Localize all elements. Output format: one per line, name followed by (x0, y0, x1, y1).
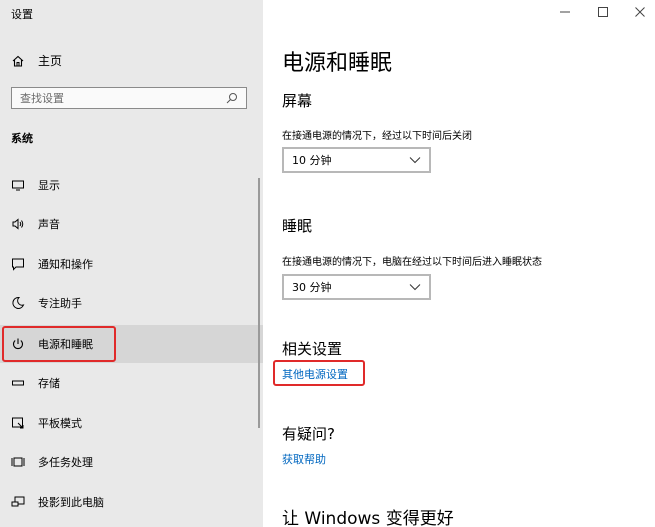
section-label-system: 系统 (11, 132, 33, 145)
project-icon (11, 495, 25, 509)
monitor-icon (11, 178, 25, 192)
highlight-box-power-sleep (2, 326, 116, 362)
sidebar-item-label: 专注助手 (38, 297, 82, 310)
chevron-down-icon (409, 283, 421, 291)
improve-windows-heading: 让 Windows 变得更好 (282, 509, 454, 527)
sidebar-item-display[interactable]: 显示 (0, 166, 263, 204)
close-button[interactable] (630, 4, 650, 20)
sidebar-item-label: 多任务处理 (38, 456, 93, 469)
sidebar-item-project[interactable]: 投影到此电脑 (0, 483, 263, 521)
tablet-icon (11, 416, 25, 430)
screen-heading: 屏幕 (282, 92, 313, 110)
search-input[interactable]: 查找设置 (11, 87, 247, 109)
highlight-box-power-link (273, 360, 365, 386)
sidebar-item-multitasking[interactable]: 多任务处理 (0, 443, 263, 481)
multitask-icon (11, 455, 25, 469)
sleep-heading: 睡眠 (282, 217, 313, 235)
minimize-button[interactable] (555, 4, 575, 20)
sidebar-item-label: 投影到此电脑 (38, 496, 104, 509)
sidebar-home[interactable]: 主页 (11, 52, 62, 69)
sidebar-item-focus-assist[interactable]: 专注助手 (0, 284, 263, 322)
close-icon (635, 7, 645, 17)
sidebar-item-sound[interactable]: 声音 (0, 205, 263, 243)
sidebar-item-tablet-mode[interactable]: 平板模式 (0, 404, 263, 442)
app-title: 设置 (11, 8, 33, 21)
main-content: 电源和睡眠 屏幕 在接通电源的情况下，经过以下时间后关闭 10 分钟 睡眠 在接… (263, 0, 655, 527)
sidebar-home-label: 主页 (38, 54, 63, 68)
notification-icon (11, 257, 25, 271)
screen-timeout-value: 10 分钟 (292, 154, 332, 167)
sleep-timeout-value: 30 分钟 (292, 281, 332, 294)
speaker-icon (11, 217, 25, 231)
sidebar-item-storage[interactable]: 存储 (0, 364, 263, 402)
sidebar-item-label: 平板模式 (38, 417, 82, 430)
sidebar: 设置 主页 查找设置 系统 显示 声音 通知和操作 专注助手 电源和睡眠 存储 … (0, 0, 263, 527)
page-title: 电源和睡眠 (282, 51, 393, 76)
moon-icon (11, 296, 25, 310)
search-icon (226, 92, 238, 104)
question-heading: 有疑问? (282, 425, 335, 443)
minimize-icon (560, 11, 570, 13)
sidebar-item-label: 显示 (38, 179, 60, 192)
search-placeholder: 查找设置 (20, 92, 64, 105)
get-help-link[interactable]: 获取帮助 (282, 451, 326, 467)
maximize-button[interactable] (593, 4, 613, 20)
screen-description: 在接通电源的情况下，经过以下时间后关闭 (282, 131, 472, 142)
sleep-timeout-dropdown[interactable]: 30 分钟 (282, 274, 431, 300)
sidebar-item-label: 存储 (38, 377, 60, 390)
sidebar-scrollbar[interactable] (258, 178, 260, 428)
related-settings-heading: 相关设置 (282, 340, 343, 358)
home-icon (11, 54, 25, 68)
chevron-down-icon (409, 156, 421, 164)
sidebar-item-notifications[interactable]: 通知和操作 (0, 245, 263, 283)
maximize-icon (598, 7, 608, 17)
screen-timeout-dropdown[interactable]: 10 分钟 (282, 147, 431, 173)
sleep-description: 在接通电源的情况下，电脑在经过以下时间后进入睡眠状态 (282, 257, 542, 268)
storage-icon (11, 376, 25, 390)
sidebar-item-label: 声音 (38, 218, 60, 231)
sidebar-item-label: 通知和操作 (38, 258, 93, 271)
